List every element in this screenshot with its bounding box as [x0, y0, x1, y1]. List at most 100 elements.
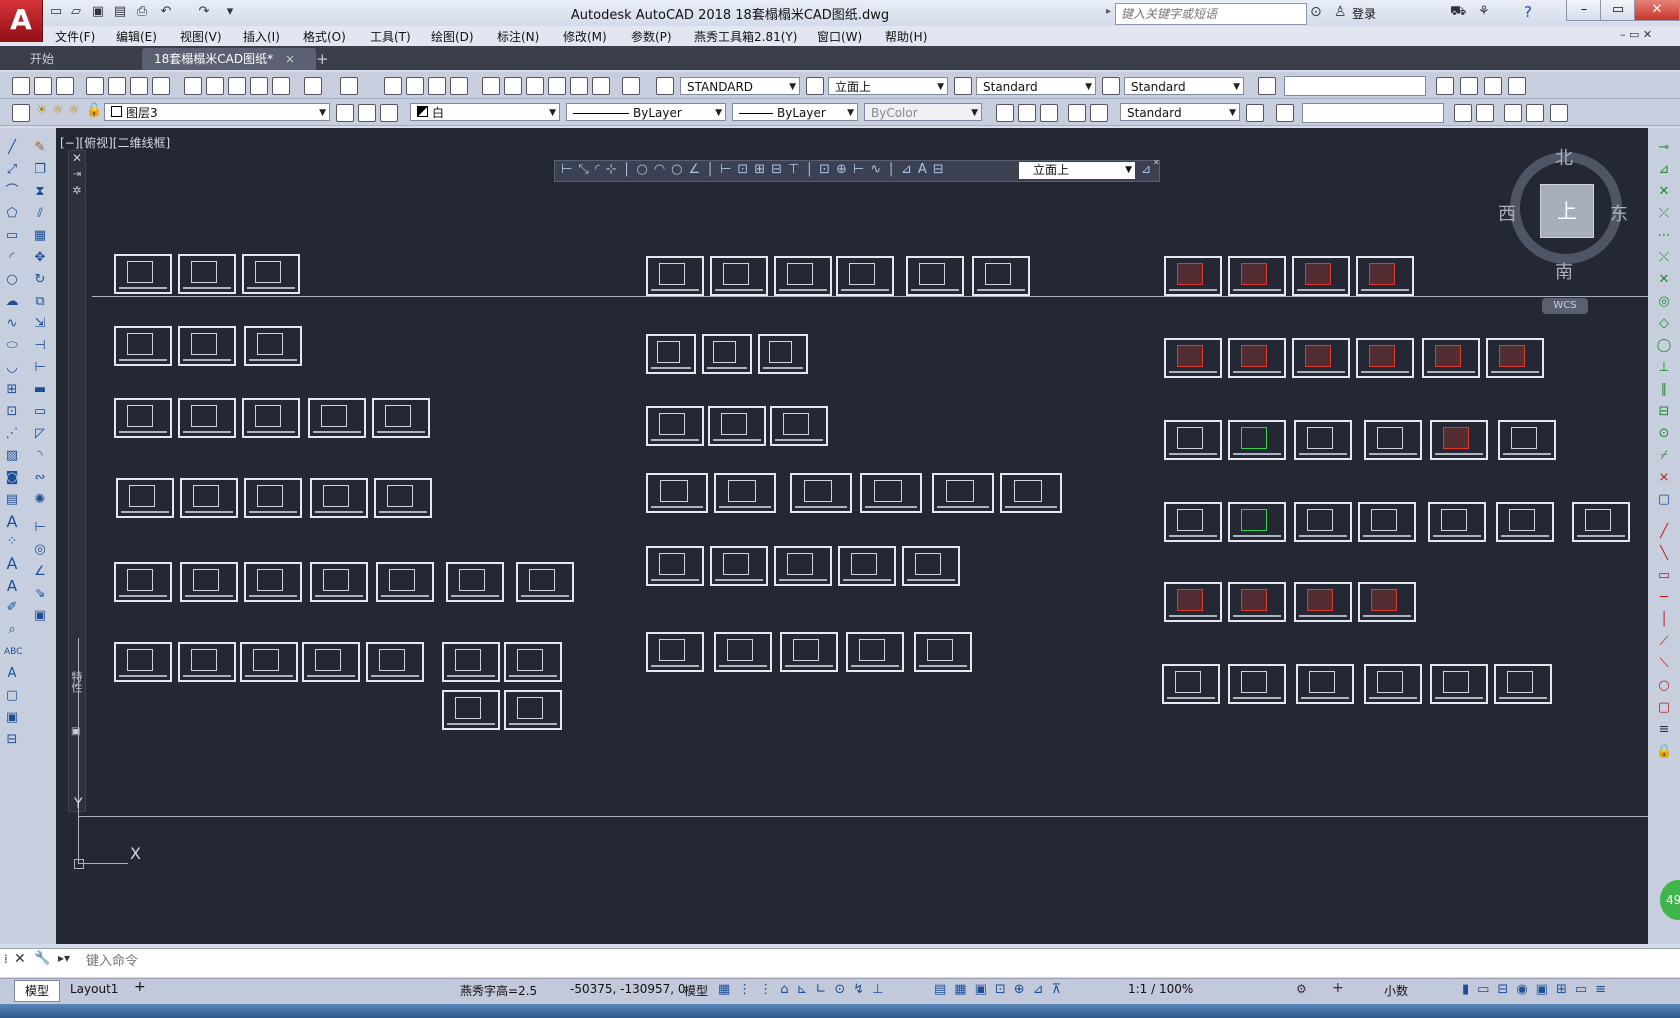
- plotstyle-dropdown[interactable]: ByColor ▼: [864, 103, 982, 121]
- snap-tracking-icon[interactable]: ✕: [1656, 272, 1672, 288]
- drawing-sheet-thumbnail[interactable]: [240, 642, 298, 682]
- markup-icon[interactable]: [570, 77, 588, 95]
- redo-toolbar-icon[interactable]: [340, 77, 358, 95]
- drawing-sheet-thumbnail[interactable]: [442, 642, 500, 682]
- point-icon[interactable]: ⋰: [4, 426, 20, 442]
- drawing-sheet-thumbnail[interactable]: [702, 334, 752, 374]
- drawing-sheet-thumbnail[interactable]: [1358, 502, 1416, 542]
- pan-icon[interactable]: [384, 77, 402, 95]
- drawing-sheet-thumbnail[interactable]: [836, 256, 894, 296]
- blend-curves-icon[interactable]: ∾: [32, 470, 48, 486]
- quick-access-dropdown-icon[interactable]: ▾: [222, 4, 238, 20]
- drawing-sheet-thumbnail[interactable]: [646, 473, 708, 513]
- drawing-sheet-thumbnail[interactable]: [442, 690, 500, 730]
- add-layout-button[interactable]: +: [134, 979, 146, 995]
- palette-settings-icon[interactable]: ✲: [69, 184, 85, 197]
- field-icon[interactable]: ⊟: [4, 732, 20, 748]
- drawing-sheet-thumbnail[interactable]: [1228, 338, 1286, 378]
- viewcube-top-face[interactable]: 上: [1540, 184, 1594, 238]
- drawing-sheet-thumbnail[interactable]: [1572, 502, 1630, 542]
- text-frame-icon[interactable]: ▣: [4, 710, 20, 726]
- drawing-sheet-thumbnail[interactable]: [446, 562, 504, 602]
- menu-modify[interactable]: 修改(M): [563, 28, 607, 45]
- drawing-sheet-thumbnail[interactable]: [1294, 420, 1352, 460]
- drawing-sheet-thumbnail[interactable]: [1228, 502, 1286, 542]
- status-toggle-icons-3[interactable]: ▮▭⊟◉▣⊞▭≡: [1462, 982, 1614, 997]
- viewport-icon-1[interactable]: [1436, 77, 1454, 95]
- help-toolbar-icon[interactable]: [622, 77, 640, 95]
- drawing-sheet-thumbnail[interactable]: [914, 632, 972, 672]
- drawing-sheet-thumbnail[interactable]: [714, 632, 772, 672]
- text-style-tool-icon[interactable]: A: [4, 578, 20, 594]
- polygon-icon[interactable]: ⬠: [4, 206, 20, 222]
- drawing-sheet-thumbnail[interactable]: [114, 562, 172, 602]
- snap-insert-icon[interactable]: ⊟: [1656, 404, 1672, 420]
- lineweight-dropdown[interactable]: ByLayer ▼: [732, 103, 858, 121]
- tool-b-icon[interactable]: ╲: [1656, 546, 1672, 562]
- application-menu-button[interactable]: A: [0, 0, 43, 42]
- copy-object-icon[interactable]: ❐: [32, 162, 48, 178]
- float-dim-style-icon[interactable]: ⊿: [1141, 162, 1151, 176]
- plus-icon[interactable]: +: [1332, 980, 1344, 996]
- workspace-icon-2[interactable]: [1090, 104, 1108, 122]
- login-link[interactable]: 登录: [1352, 5, 1376, 22]
- drawing-sheet-thumbnail[interactable]: [1228, 420, 1286, 460]
- erase-icon[interactable]: ✎: [32, 140, 48, 156]
- snap-intersection-icon[interactable]: ✕: [1656, 184, 1672, 200]
- drawing-sheet-thumbnail[interactable]: [1292, 338, 1350, 378]
- drawing-sheet-thumbnail[interactable]: [774, 546, 832, 586]
- drawing-sheet-thumbnail[interactable]: [846, 632, 904, 672]
- ucs-icon-3[interactable]: [1040, 104, 1058, 122]
- drawing-sheet-thumbnail[interactable]: [1498, 420, 1556, 460]
- menu-tools[interactable]: 工具(T): [370, 28, 411, 45]
- array-icon[interactable]: ▦: [32, 228, 48, 244]
- drawing-sheet-thumbnail[interactable]: [1164, 256, 1222, 296]
- spline-icon[interactable]: ∿: [4, 316, 20, 332]
- command-grip-icon[interactable]: ⁞: [4, 952, 8, 966]
- trim-icon[interactable]: ⊣: [32, 338, 48, 354]
- zoom-realtime-icon[interactable]: [406, 77, 424, 95]
- mirror-icon[interactable]: ⧗: [32, 184, 48, 200]
- drawing-sheet-thumbnail[interactable]: [714, 473, 776, 513]
- vport-icon-b[interactable]: [1476, 104, 1494, 122]
- spell-check-icon[interactable]: ABC: [4, 644, 22, 660]
- rotate-icon[interactable]: ↻: [32, 272, 48, 288]
- drawing-sheet-thumbnail[interactable]: [1364, 420, 1422, 460]
- drawing-sheet-thumbnail[interactable]: [114, 254, 172, 294]
- lock-toolbar-icon[interactable]: 🔒: [1656, 744, 1672, 760]
- help-icon[interactable]: ?: [1524, 3, 1532, 21]
- rectangle-icon[interactable]: ▭: [4, 228, 20, 244]
- style-edit-icon[interactable]: [1246, 104, 1264, 122]
- dim-linear-icon[interactable]: ⊢: [32, 520, 48, 536]
- menu-yanxiu-tools[interactable]: 燕秀工具箱2.81(Y): [694, 28, 797, 45]
- drawing-sheet-thumbnail[interactable]: [1294, 582, 1352, 622]
- sheet-set-icon[interactable]: [548, 77, 566, 95]
- tool-h-icon[interactable]: ○: [1656, 678, 1672, 694]
- ucs-icon-2[interactable]: [1018, 104, 1036, 122]
- dim-angle-icon[interactable]: ∠: [32, 564, 48, 580]
- drawing-sheet-thumbnail[interactable]: [308, 398, 366, 438]
- save-icon[interactable]: ▣: [90, 4, 106, 20]
- tool-c-icon[interactable]: ▭: [1656, 568, 1672, 584]
- move-icon[interactable]: ✥: [32, 250, 48, 266]
- multiline-text-icon[interactable]: A: [4, 514, 20, 530]
- blank-input-field-2[interactable]: [1302, 103, 1444, 123]
- command-input[interactable]: [84, 953, 1588, 970]
- chamfer-icon[interactable]: ◸: [32, 426, 48, 442]
- plot-preview-icon[interactable]: [108, 77, 126, 95]
- drawing-sheet-thumbnail[interactable]: [770, 406, 828, 446]
- drawing-sheet-thumbnail[interactable]: [646, 632, 704, 672]
- drawing-sheet-thumbnail[interactable]: [1494, 664, 1552, 704]
- save-icon-toolbar[interactable]: [56, 77, 74, 95]
- menu-draw[interactable]: 绘图(D): [431, 28, 474, 45]
- viewcube-south[interactable]: 南: [1555, 258, 1573, 284]
- snap-extension-icon[interactable]: ⋯: [1656, 228, 1672, 244]
- drawing-sheet-thumbnail[interactable]: [646, 256, 704, 296]
- explode-icon[interactable]: ✺: [32, 492, 48, 508]
- linetype-dropdown[interactable]: ByLayer ▼: [566, 103, 726, 121]
- 3d-print-icon[interactable]: [152, 77, 170, 95]
- drawing-sheet-thumbnail[interactable]: [790, 473, 852, 513]
- annotation-scale[interactable]: 1:1 / 100%: [1128, 982, 1193, 996]
- viewcube-east[interactable]: 东: [1610, 200, 1628, 226]
- drawing-sheet-thumbnail[interactable]: [1358, 582, 1416, 622]
